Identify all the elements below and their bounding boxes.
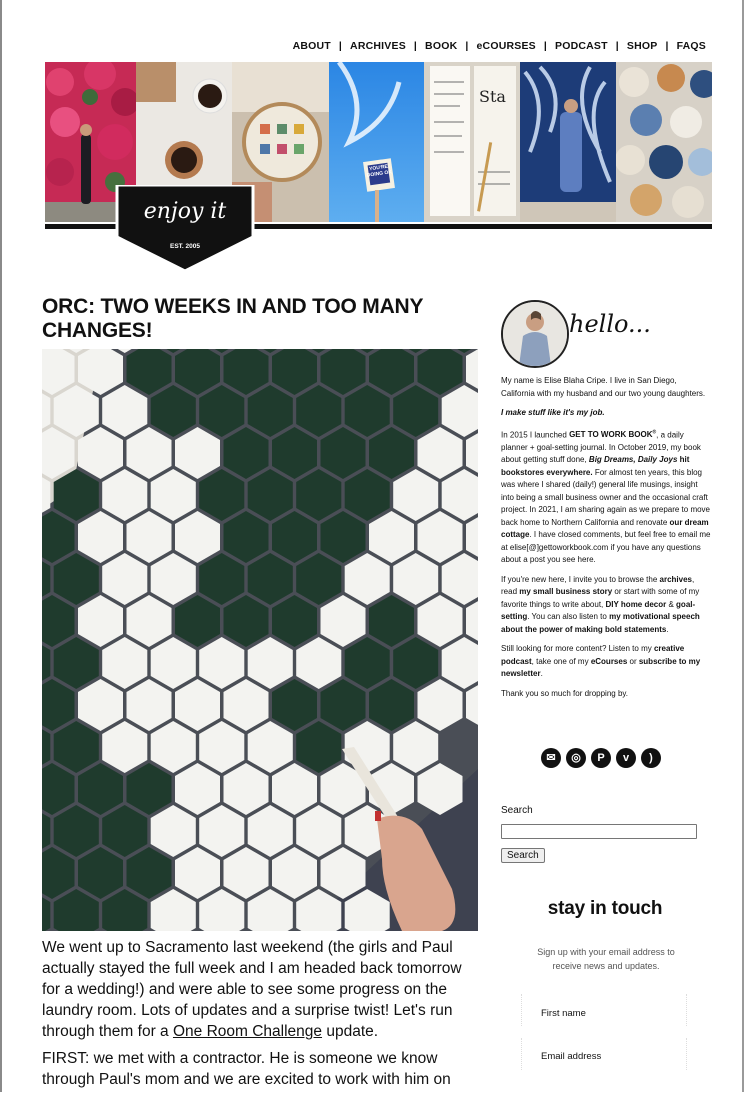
vimeo-icon[interactable]: v [616,748,636,768]
search-input[interactable] [501,824,697,839]
big-dreams-link[interactable]: Big Dreams, Daily Joys [589,455,677,464]
bio-text: If you're new here, I invite you to brow… [501,574,660,584]
email-icon[interactable]: ✉ [541,748,561,768]
nav-faqs[interactable]: FAQS [677,40,706,52]
banner-photo-notebook: Sta [424,62,520,222]
nav-ecourses[interactable]: eCOURSES [477,40,536,52]
post-paragraph-1-end: update. [322,1023,379,1040]
nav-separator: | [615,40,619,52]
nav-separator: | [338,40,343,52]
pinterest-icon[interactable]: P [591,748,611,768]
diy-home-decor-link[interactable]: DIY home decor [606,600,667,609]
nav-separator: | [413,40,418,52]
post-body: We went up to Sacramento last weekend (t… [42,937,482,1096]
bio-browse: If you're new here, I invite you to brow… [501,574,711,637]
logo-script-text: enjoy it [143,199,227,224]
bio-text: . [540,669,543,679]
nav-archives[interactable]: ARCHIVES [350,40,406,52]
nav-book[interactable]: BOOK [425,40,457,52]
author-avatar [501,300,569,368]
email-address-label: Email address [541,1051,602,1062]
banner-photo-sky: YOU'RE DOING OK [329,62,424,222]
nav-podcast[interactable]: PODCAST [555,40,608,52]
get-to-work-book-link[interactable]: GET TO WORK BOOK® [569,430,656,440]
archives-link[interactable]: archives [660,575,692,584]
bio-text: , take one of my [531,656,591,666]
logo-est-text: EST. 2005 [170,243,200,250]
hello-header: hello... [501,300,711,370]
nav-separator: | [465,40,469,52]
top-nav: ABOUT | ARCHIVES | BOOK | eCOURSES | POD… [293,40,706,52]
bio-tagline: I make stuff like it's my job. [501,407,711,420]
bio-text: Still looking for more content? Listen t… [501,644,654,654]
small-business-story-link[interactable]: my small business story [519,587,612,596]
bio-text: . [666,624,669,634]
bio-tagline-text: I make stuff like it's my job. [501,408,605,417]
bio-text: In 2015 I launched [501,430,570,440]
nav-shop[interactable]: SHOP [627,40,658,52]
rss-icon[interactable]: ) [641,748,661,768]
bio-more: Still looking for more content? Listen t… [501,643,711,681]
ecourses-link[interactable]: eCourses [591,657,627,666]
banner-photo-bowls [616,62,712,222]
author-bio: My name is Elise Blaha Cripe. I live in … [501,375,711,707]
post-paragraph-2: FIRST: we met with a contractor. He is s… [42,1050,451,1088]
nail-polish [375,811,381,821]
window-edge-left [0,0,2,1092]
bio-text: . You can also listen to [527,612,610,622]
bio-story: In 2015 I launched GET TO WORK BOOK®, a … [501,427,711,567]
post-paragraph-1: We went up to Sacramento last weekend (t… [42,937,482,1042]
stay-in-touch-title: stay in touch [547,898,663,919]
first-name-label: First name [541,1008,586,1019]
get-to-work-book-text: GET TO WORK BOOK [569,430,653,440]
svg-text:Sta: Sta [479,87,506,106]
post-hero-image [42,349,478,931]
hex-tile-photo [42,349,478,931]
search-button[interactable]: Search [501,848,545,863]
bio-text: . I have closed comments, but feel free … [501,530,711,565]
one-room-challenge-link[interactable]: One Room Challenge [173,1023,322,1040]
stay-in-touch-subtitle: Sign up with your email address to recei… [537,947,675,971]
site-logo[interactable]: enjoy it EST. 2005 [115,183,255,273]
search-label: Search [501,805,533,816]
post-title[interactable]: ORC: TWO WEEKS IN AND TOO MANY CHANGES! [42,295,482,343]
instagram-icon[interactable]: ◎ [566,748,586,768]
nav-about[interactable]: ABOUT [293,40,331,52]
bio-thanks: Thank you so much for dropping by. [501,688,629,698]
bio-text: or [627,656,639,666]
hello-script: hello... [569,310,651,338]
bio-intro: My name is Elise Blaha Cripe. I live in … [501,376,706,398]
bio-text: & [666,599,677,609]
social-links: ✉ ◎ P v ) [541,748,661,768]
banner-photo-cyanotype [520,62,616,222]
nav-separator: | [543,40,548,52]
nav-separator: | [665,40,669,52]
